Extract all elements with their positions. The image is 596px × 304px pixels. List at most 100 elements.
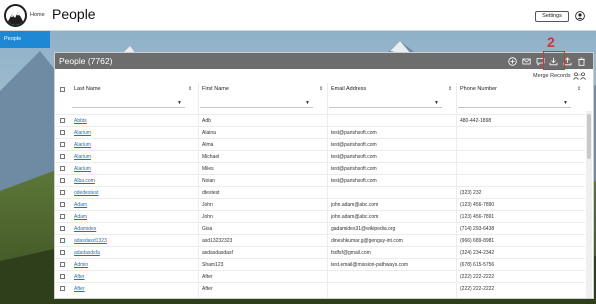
row-checkbox[interactable] [60, 286, 65, 291]
phone-cell: (324) 234-2342 [460, 250, 495, 256]
row-checkbox[interactable] [60, 226, 65, 231]
email-cell: john.adam@abc.com [331, 202, 379, 208]
table-scrollbar[interactable] [586, 111, 592, 298]
last-name-link[interactable]: adasdasd1323 [74, 238, 194, 244]
column-header-phone[interactable]: Phone Number [460, 86, 497, 92]
email-icon[interactable] [522, 57, 531, 66]
row-checkbox[interactable] [60, 262, 65, 267]
row-checkbox[interactable] [60, 250, 65, 255]
row-checkbox[interactable] [60, 274, 65, 279]
email-cell: gadamides31@wikipedia.org [331, 226, 396, 232]
last-name-link[interactable]: Alba.com [74, 178, 194, 184]
first-name-cell: Adb [202, 118, 211, 124]
table-row[interactable]: Alba.com Noian test@parishsoft.com [55, 174, 585, 186]
delete-icon[interactable] [577, 57, 586, 66]
email-cell: john.adam@abc.com [331, 214, 379, 220]
last-name-link[interactable]: Adam [74, 214, 194, 220]
table-row[interactable]: Admin Sham123 test.email@mission-pathways.… [55, 258, 585, 270]
table-row[interactable]: Abbts Adb 480-442-1898 [55, 114, 585, 126]
row-checkbox[interactable] [60, 214, 65, 219]
user-account-icon[interactable] [575, 11, 585, 21]
download-highlight-box [543, 51, 565, 70]
row-checkbox[interactable] [60, 238, 65, 243]
phone-cell: (222) 222-2222 [460, 274, 495, 280]
panel-toolbar: People (7762) [55, 53, 593, 69]
app-header: Home People Settings [0, 0, 596, 31]
first-name-cell: Alma [202, 142, 214, 148]
row-checkbox[interactable] [60, 118, 65, 123]
last-name-link[interactable]: Abbts [74, 118, 194, 124]
last-name-link[interactable]: After [74, 274, 194, 280]
last-name-link[interactable]: Admin [74, 262, 194, 268]
table-row[interactable]: Alarium Alma test@parishsoft.com [55, 138, 585, 150]
last-name-link[interactable]: Alarium [74, 166, 194, 172]
table-row[interactable]: adasdasd1323 asd13232323 dineshkumar.g@gen… [55, 234, 585, 246]
phone-filter-input[interactable] [458, 99, 571, 108]
mountain-logo-icon[interactable] [4, 4, 27, 27]
last-name-link[interactable]: Adamides [74, 226, 194, 232]
table-row[interactable]: After After (222) 222-2222 [55, 282, 585, 294]
people-panel: People (7762) Merge Records Last Name ⇕ … [54, 52, 594, 299]
first-name-cell: Sham123 [202, 262, 224, 268]
email-filter-input[interactable] [329, 99, 442, 108]
email-cell: test.email@mission-pathways.com [331, 262, 409, 268]
row-checkbox[interactable] [60, 202, 65, 207]
last-name-link[interactable]: Alarium [74, 130, 194, 136]
first-name-cell: dtestest [202, 190, 220, 196]
last-name-link[interactable]: After [74, 286, 194, 292]
add-icon[interactable] [508, 57, 517, 66]
table-row[interactable]: Alarium Miles test@parishsoft.com [55, 162, 585, 174]
filter-row: ▼ ▼ ▼ ▼ [55, 97, 585, 110]
table-row[interactable]: Adam John john.adam@abc.com (123) 456-7890 [55, 198, 585, 210]
table-row[interactable]: Adam John john.adam@abc.com (123) 456-7891 [55, 210, 585, 222]
filter-icon[interactable]: ▼ [563, 100, 568, 106]
phone-cell: (714) 293-6438 [460, 226, 495, 232]
first-name-filter-input[interactable] [200, 99, 313, 108]
filter-icon[interactable]: ▼ [305, 100, 310, 106]
scrollbar-thumb[interactable] [587, 114, 591, 159]
last-name-link[interactable]: Adam [74, 202, 194, 208]
first-name-cell: Miles [202, 166, 214, 172]
column-header-last-name[interactable]: Last Name [74, 86, 101, 92]
phone-cell: (222) 222-2222 [460, 286, 495, 292]
last-name-link[interactable]: odedestest [74, 190, 194, 196]
sort-icon[interactable]: ⇕ [448, 86, 452, 92]
sidebar-item-people[interactable]: People [0, 31, 50, 48]
table-row[interactable]: Adamides Gisa gadamides31@wikipedia.org (71… [55, 222, 585, 234]
row-checkbox[interactable] [60, 166, 65, 171]
sort-icon[interactable]: ⇕ [577, 86, 581, 92]
home-link[interactable]: Home [30, 12, 45, 18]
last-name-link[interactable]: Alarium [74, 154, 194, 160]
row-checkbox[interactable] [60, 178, 65, 183]
table-row[interactable]: After After (222) 222-2222 [55, 270, 585, 282]
merge-records-link[interactable]: Merge Records [533, 73, 571, 79]
email-cell: test@parishsoft.com [331, 142, 377, 148]
table-row[interactable]: odedestest dtestest (323) 232 [55, 186, 585, 198]
last-name-link[interactable]: Alarium [74, 142, 194, 148]
email-cell: test@parishsoft.com [331, 130, 377, 136]
email-cell: test@parishsoft.com [331, 154, 377, 160]
first-name-cell: Michael [202, 154, 220, 160]
phone-cell: 480-442-1898 [460, 118, 492, 124]
table-row[interactable]: adadasdsfa asdasdasdasf fsdfsf@gmail.com (3… [55, 246, 585, 258]
sort-icon[interactable]: ⇕ [188, 86, 192, 92]
last-name-filter-input[interactable] [72, 99, 185, 108]
page-title: People [52, 6, 96, 22]
table-row[interactable]: Alarium Alaina test@parishsoft.com [55, 126, 585, 138]
filter-icon[interactable]: ▼ [434, 100, 439, 106]
row-checkbox[interactable] [60, 190, 65, 195]
column-header-first-name[interactable]: First Name [202, 86, 229, 92]
select-all-checkbox[interactable] [60, 87, 65, 92]
last-name-link[interactable]: adadasdsfa [74, 250, 194, 256]
filter-icon[interactable]: ▼ [177, 100, 182, 106]
row-checkbox[interactable] [60, 154, 65, 159]
settings-button[interactable]: Settings [535, 11, 569, 22]
column-header-email[interactable]: Email Address [331, 86, 366, 92]
phone-cell: (123) 456-7890 [460, 202, 495, 208]
sort-icon[interactable]: ⇕ [319, 86, 323, 92]
merge-people-icon[interactable] [573, 72, 587, 80]
first-name-cell: After [202, 274, 213, 280]
row-checkbox[interactable] [60, 142, 65, 147]
row-checkbox[interactable] [60, 130, 65, 135]
table-row[interactable]: Alarium Michael test@parishsoft.com [55, 150, 585, 162]
